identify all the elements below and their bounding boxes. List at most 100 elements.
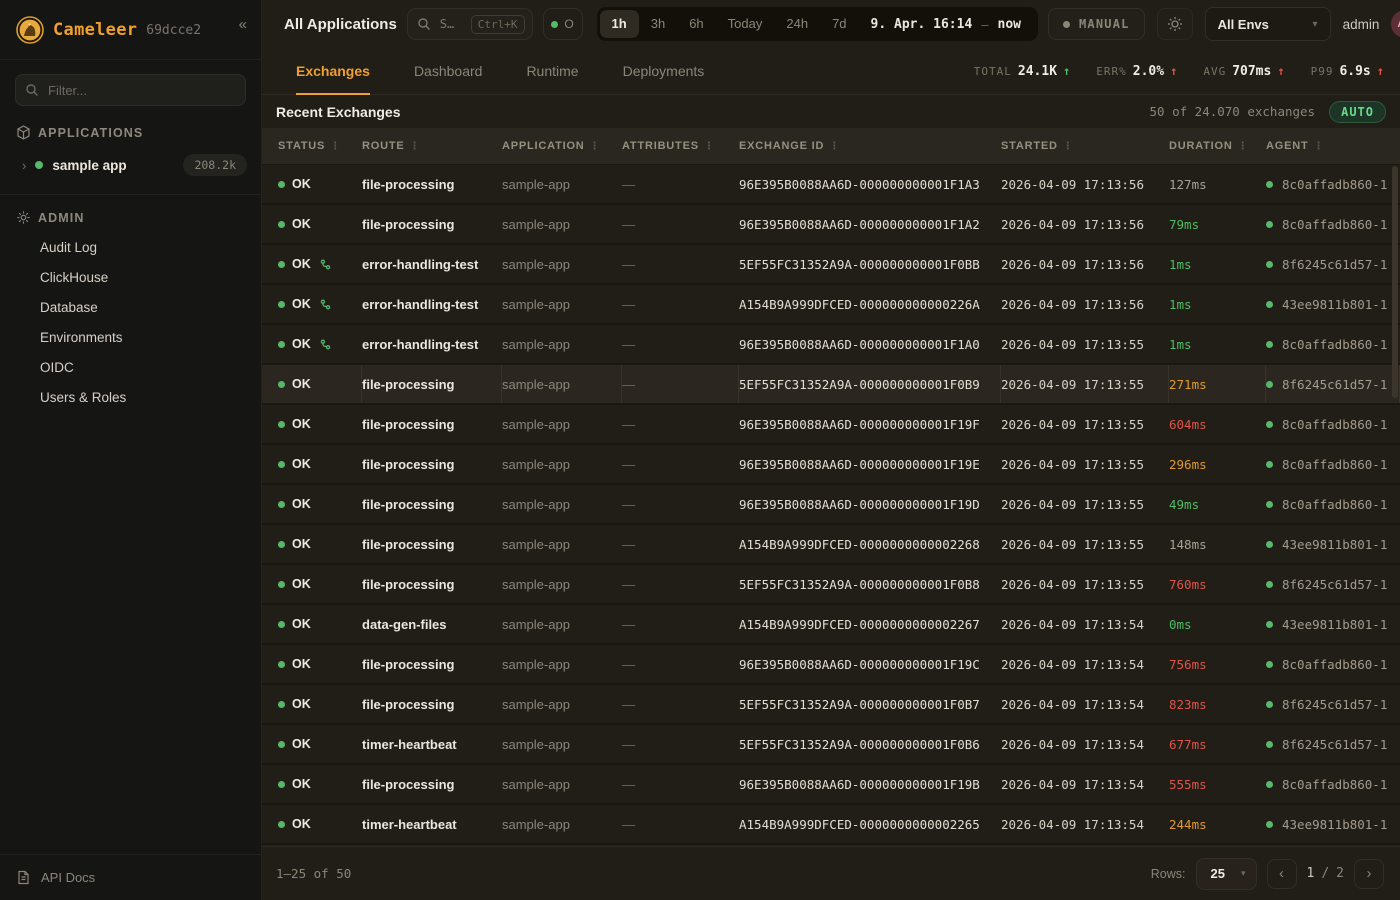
column-header-attributes[interactable]: ATTRIBUTES⋮ <box>622 140 739 152</box>
expand-chevron-icon[interactable]: › <box>22 158 26 173</box>
agent-cell: 8f6245c61d57-1 <box>1266 257 1400 272</box>
table-row[interactable]: OKfile-processingsample-app—96E395B0088A… <box>262 405 1400 445</box>
sidebar-item-database[interactable]: Database <box>0 292 261 322</box>
agent-id: 8c0affadb860-1 <box>1282 457 1387 472</box>
tab-exchanges[interactable]: Exchanges <box>296 48 370 95</box>
status-cell: OK <box>278 297 362 311</box>
table-row[interactable]: OKfile-processingsample-app—5EF55FC31352… <box>262 685 1400 725</box>
prev-page-button[interactable]: ‹ <box>1267 859 1297 889</box>
sort-icon: ⋮ <box>704 141 715 152</box>
filter-input[interactable] <box>15 74 246 106</box>
time-range-1h[interactable]: 1h <box>600 10 639 38</box>
table-row[interactable]: OKtimer-heartbeatsample-app—5EF55FC31352… <box>262 725 1400 765</box>
started-cell: 2026-04-09 17:13:55 <box>1001 457 1169 472</box>
exchange-id-cell: 96E395B0088AA6D-000000000001F1A2 <box>739 217 1001 232</box>
sidebar-item-oidc[interactable]: OIDC <box>0 352 261 382</box>
table-row[interactable]: OKtimer-heartbeatsample-app—A154B9A999DF… <box>262 805 1400 845</box>
app-status-dot <box>35 161 43 169</box>
status-ok-dot <box>278 421 285 428</box>
table-row[interactable]: OKfile-processingsample-app—96E395B0088A… <box>262 645 1400 685</box>
time-range-6h[interactable]: 6h <box>677 10 715 38</box>
status-label: OK <box>292 777 311 791</box>
environment-select[interactable]: All Envs ▾ <box>1205 7 1331 41</box>
started-cell: 2026-04-09 17:13:54 <box>1001 657 1169 672</box>
agent-status-dot <box>1266 621 1273 628</box>
sidebar-item-audit-log[interactable]: Audit Log <box>0 232 261 262</box>
status-label: OK <box>292 657 311 671</box>
theme-toggle-button[interactable] <box>1157 8 1193 40</box>
exchange-id-cell: 5EF55FC31352A9A-000000000001F0B6 <box>739 737 1001 752</box>
sort-icon: ⋮ <box>330 141 341 152</box>
attributes-cell: — <box>622 365 739 403</box>
started-cell: 2026-04-09 17:13:56 <box>1001 257 1169 272</box>
table-row[interactable]: OKfile-processingsample-app—96E395B0088A… <box>262 445 1400 485</box>
fork-icon <box>320 259 331 270</box>
next-page-button[interactable]: › <box>1354 859 1384 889</box>
chevron-down-icon: ▾ <box>1313 19 1318 30</box>
rows-per-page-value: 25 <box>1211 866 1225 881</box>
time-range-today[interactable]: Today <box>716 10 775 38</box>
table-row[interactable]: OKerror-handling-testsample-app—5EF55FC3… <box>262 245 1400 285</box>
table-row[interactable]: OKerror-handling-testsample-app—A154B9A9… <box>262 285 1400 325</box>
stat-label: TOTAL <box>974 65 1012 78</box>
stat-label: AVG <box>1203 65 1226 78</box>
agent-cell: 43ee9811b801-1 <box>1266 297 1400 312</box>
application-cell: sample-app <box>502 777 622 792</box>
admin-nav: Audit LogClickHouseDatabaseEnvironmentsO… <box>0 232 261 412</box>
status-cell: OK <box>278 365 362 403</box>
trend-arrow-icon: ↑ <box>1063 64 1070 78</box>
sidebar-item-environments[interactable]: Environments <box>0 322 261 352</box>
global-search[interactable]: Ctrl+K <box>407 8 533 40</box>
column-header-route[interactable]: ROUTE⋮ <box>362 140 502 152</box>
time-range-24h[interactable]: 24h <box>774 10 820 38</box>
status-ok-dot <box>278 821 285 828</box>
sidebar-item-sample-app[interactable]: › sample app 208.2k <box>0 147 261 183</box>
duration-cell: 244ms <box>1169 817 1266 832</box>
started-cell: 2026-04-09 17:13:54 <box>1001 777 1169 792</box>
avatar[interactable]: AD <box>1391 10 1400 38</box>
column-header-application[interactable]: APPLICATION⋮ <box>502 140 622 152</box>
search-input[interactable] <box>438 16 464 32</box>
column-label: APPLICATION <box>502 140 585 152</box>
sidebar-item-api-docs[interactable]: API Docs <box>0 854 261 900</box>
table-row[interactable]: OKfile-processingsample-app—A154B9A999DF… <box>262 525 1400 565</box>
table-row[interactable]: OKfile-processingsample-app—96E395B0088A… <box>262 165 1400 205</box>
column-header-started[interactable]: STARTED⋮ <box>1001 140 1169 152</box>
table-row[interactable]: OKfile-processingsample-app—96E395B0088A… <box>262 205 1400 245</box>
table-row[interactable]: OKerror-handling-testsample-app—96E395B0… <box>262 325 1400 365</box>
exchange-id-cell: 96E395B0088AA6D-000000000001F19F <box>739 417 1001 432</box>
auto-refresh-badge[interactable]: AUTO <box>1329 101 1386 123</box>
rows-per-page-select[interactable]: 25 ▾ <box>1196 858 1257 890</box>
manual-refresh-button[interactable]: MANUAL <box>1048 8 1145 40</box>
live-status-button[interactable]: O <box>543 8 583 40</box>
column-header-duration[interactable]: DURATION⋮ <box>1169 140 1266 152</box>
attributes-cell: — <box>622 217 739 232</box>
table-row[interactable]: OKfile-processingsample-app—96E395B0088A… <box>262 765 1400 805</box>
duration-cell: 148ms <box>1169 537 1266 552</box>
scrollbar-thumb[interactable] <box>1392 166 1398 398</box>
column-header-exchange-id[interactable]: EXCHANGE ID⋮ <box>739 140 1001 152</box>
table-row[interactable]: OKfile-processingsample-app—5EF55FC31352… <box>262 565 1400 605</box>
table-row[interactable]: OKdata-gen-filessample-app—A154B9A999DFC… <box>262 605 1400 645</box>
time-range-7d[interactable]: 7d <box>820 10 858 38</box>
column-header-status[interactable]: STATUS⋮ <box>278 140 362 152</box>
page-title: All Applications <box>284 16 397 33</box>
sidebar-item-clickhouse[interactable]: ClickHouse <box>0 262 261 292</box>
tab-runtime[interactable]: Runtime <box>526 48 578 95</box>
route-cell: file-processing <box>362 457 502 472</box>
date-separator: – <box>981 17 988 32</box>
tab-deployments[interactable]: Deployments <box>623 48 705 95</box>
table-row[interactable]: OKfile-processingsample-app—5EF55FC31352… <box>262 365 1400 405</box>
duration-cell: 79ms <box>1169 217 1266 232</box>
column-header-agent[interactable]: AGENT⋮ <box>1266 140 1400 152</box>
date-range[interactable]: 9. Apr. 16:14 – now <box>859 17 1035 32</box>
sidebar-collapse-icon[interactable]: « <box>239 16 247 33</box>
status-label: OK <box>292 337 311 351</box>
agent-status-dot <box>1266 421 1273 428</box>
sidebar-item-users-roles[interactable]: Users & Roles <box>0 382 261 412</box>
agent-status-dot <box>1266 741 1273 748</box>
table-row[interactable]: OKfile-processingsample-app—96E395B0088A… <box>262 485 1400 525</box>
tab-dashboard[interactable]: Dashboard <box>414 48 483 95</box>
stat-value: 2.0% <box>1133 64 1164 79</box>
time-range-3h[interactable]: 3h <box>639 10 677 38</box>
